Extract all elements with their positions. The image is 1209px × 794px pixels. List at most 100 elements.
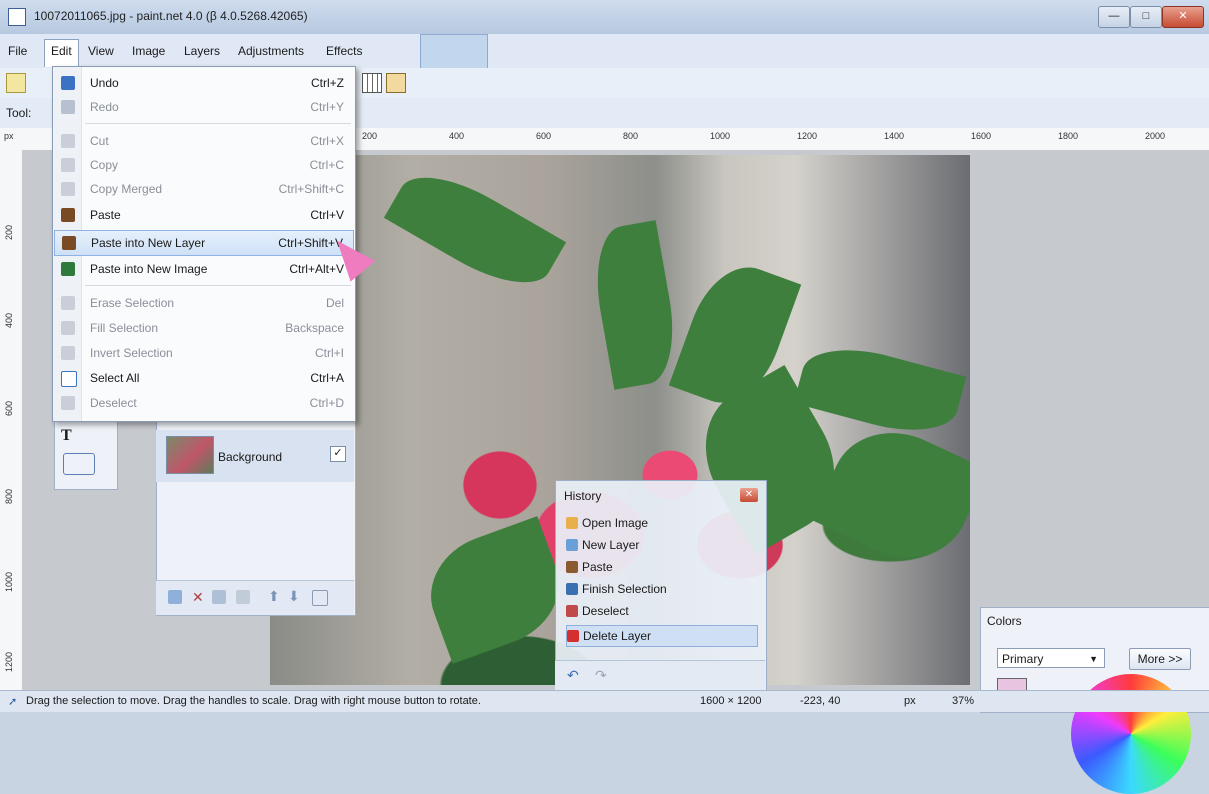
paste-icon [61, 208, 75, 222]
menu-item-copy[interactable]: Copy Ctrl+C [54, 153, 354, 177]
more-colors-button[interactable]: More >> [1129, 648, 1191, 670]
ruler-tick: 800 [4, 488, 14, 504]
menu-item-undo[interactable]: Undo Ctrl+Z [54, 71, 354, 95]
ruler-tick: 1400 [884, 131, 905, 141]
ruler-tick: 1200 [4, 651, 14, 672]
menu-item-label: Select All [90, 371, 140, 385]
history-item[interactable]: Finish Selection [566, 579, 756, 599]
menu-item-paste-into-new-layer[interactable]: Paste into New Layer Ctrl+Shift+V [54, 230, 354, 256]
layer-name: Background [218, 450, 283, 464]
move-layer-down-icon[interactable]: ⬇ [288, 588, 300, 605]
window-title: 10072011065.jpg - paint.net 4.0 (β 4.0.5… [34, 9, 308, 23]
move-layer-up-icon[interactable]: ⬆ [268, 588, 280, 605]
menu-item-shortcut: Ctrl+I [314, 346, 344, 360]
menu-item-label: Paste into New Layer [91, 236, 206, 250]
menu-item-label: Cut [90, 134, 109, 148]
paste-icon [566, 561, 578, 573]
text-tool-icon[interactable]: T [61, 427, 72, 445]
new-layer-icon [566, 539, 578, 551]
menu-separator [85, 123, 351, 124]
scissors-icon [61, 134, 75, 148]
color-mode-value: Primary [1002, 652, 1044, 666]
menu-item-redo[interactable]: Redo Ctrl+Y [54, 95, 354, 119]
primary-secondary-select[interactable]: Primary ▼ [997, 648, 1105, 668]
menu-item-deselect[interactable]: Deselect Ctrl+D [54, 391, 354, 415]
menu-item-label: Copy Merged [90, 182, 163, 196]
menu-item-shortcut: Ctrl+C [309, 158, 344, 172]
menu-view[interactable]: View [88, 44, 114, 58]
grid-icon[interactable] [362, 73, 382, 93]
history-buttons-bar: ↶ ↷ [555, 660, 765, 691]
units-select[interactable]: px [904, 695, 916, 707]
layer-buttons-bar: ✕ ⬆ ⬇ [156, 580, 354, 615]
menu-edit[interactable]: Edit [44, 39, 79, 67]
history-undo-icon[interactable]: ↶ [567, 667, 579, 684]
menu-effects[interactable]: Effects [326, 44, 362, 58]
layer-thumbnail [166, 436, 214, 474]
menu-item-paste[interactable]: Paste Ctrl+V [54, 203, 354, 227]
tool-label: Tool: [6, 106, 32, 120]
chevron-down-icon: ▼ [1089, 654, 1098, 664]
delete-layer-icon[interactable]: ✕ [192, 589, 204, 606]
history-redo-icon[interactable]: ↷ [595, 667, 607, 684]
history-item-selected[interactable]: Delete Layer [566, 625, 758, 647]
deselect-icon [566, 605, 578, 617]
menu-layers[interactable]: Layers [184, 44, 220, 58]
menu-item-select-all[interactable]: Select All Ctrl+A [54, 366, 354, 390]
menu-file[interactable]: File [8, 44, 27, 58]
new-file-icon[interactable] [6, 73, 26, 93]
history-item-label: Paste [582, 560, 613, 574]
image-size: 1600 × 1200 [700, 695, 762, 707]
history-title: History [564, 489, 602, 503]
menu-item-label: Erase Selection [90, 296, 175, 310]
history-item[interactable]: Open Image [566, 513, 756, 533]
ruler-tick: 400 [4, 312, 14, 328]
menu-item-invert-selection[interactable]: Invert Selection Ctrl+I [54, 341, 354, 365]
menu-item-copy-merged[interactable]: Copy Merged Ctrl+Shift+C [54, 177, 354, 201]
duplicate-layer-icon[interactable] [212, 590, 226, 604]
history-item[interactable]: New Layer [566, 535, 756, 555]
menu-adjustments[interactable]: Adjustments [238, 44, 304, 58]
status-hint: Drag the selection to move. Drag the han… [26, 695, 481, 707]
ruler-icon[interactable] [386, 73, 406, 93]
close-button[interactable]: ✕ [1162, 6, 1204, 28]
merge-layer-icon[interactable] [236, 590, 250, 604]
layer-visibility-checkbox[interactable]: ✓ [330, 446, 346, 462]
erase-selection-icon [61, 296, 75, 310]
menu-separator [85, 285, 351, 286]
ruler-tick: 1600 [971, 131, 992, 141]
menu-image[interactable]: Image [132, 44, 165, 58]
ruler-tick: 1800 [1058, 131, 1079, 141]
open-image-icon [566, 517, 578, 529]
menu-item-erase-selection[interactable]: Erase Selection Del [54, 291, 354, 315]
title-bar: 10072011065.jpg - paint.net 4.0 (β 4.0.5… [0, 0, 1209, 35]
leaf-shape [811, 411, 970, 579]
menu-item-label: Paste [90, 208, 121, 222]
menu-item-fill-selection[interactable]: Fill Selection Backspace [54, 316, 354, 340]
minimize-button[interactable]: — [1098, 6, 1130, 28]
menu-item-label: Deselect [90, 396, 137, 410]
ruler-unit: px [4, 131, 14, 141]
menu-bar: File Edit View Image Layers Adjustments … [0, 34, 1209, 98]
ruler-tick: 2000 [1145, 131, 1166, 141]
zoom-level[interactable]: 37% [952, 695, 974, 707]
layer-properties-icon[interactable] [312, 590, 328, 606]
menu-item-cut[interactable]: Cut Ctrl+X [54, 129, 354, 153]
ruler-tick: 1000 [4, 571, 14, 592]
ruler-tick: 1000 [710, 131, 731, 141]
paste-into-new-layer-icon [62, 236, 76, 250]
maximize-button[interactable]: □ [1130, 6, 1162, 28]
menu-item-label: Redo [90, 100, 119, 114]
paint-net-app-icon [8, 8, 26, 26]
history-close-button[interactable]: ✕ [740, 488, 758, 502]
menu-item-shortcut: Ctrl+Y [310, 100, 344, 114]
add-layer-icon[interactable] [168, 590, 182, 604]
menu-item-paste-into-new-image[interactable]: Paste into New Image Ctrl+Alt+V [54, 257, 354, 281]
history-item[interactable]: Deselect [566, 601, 756, 621]
history-item[interactable]: Paste [566, 557, 756, 577]
menu-item-label: Invert Selection [90, 346, 173, 360]
undo-icon [61, 76, 75, 90]
shapes-tool-icon[interactable] [63, 453, 95, 475]
menu-item-shortcut: Ctrl+X [310, 134, 344, 148]
invert-selection-icon [61, 346, 75, 360]
